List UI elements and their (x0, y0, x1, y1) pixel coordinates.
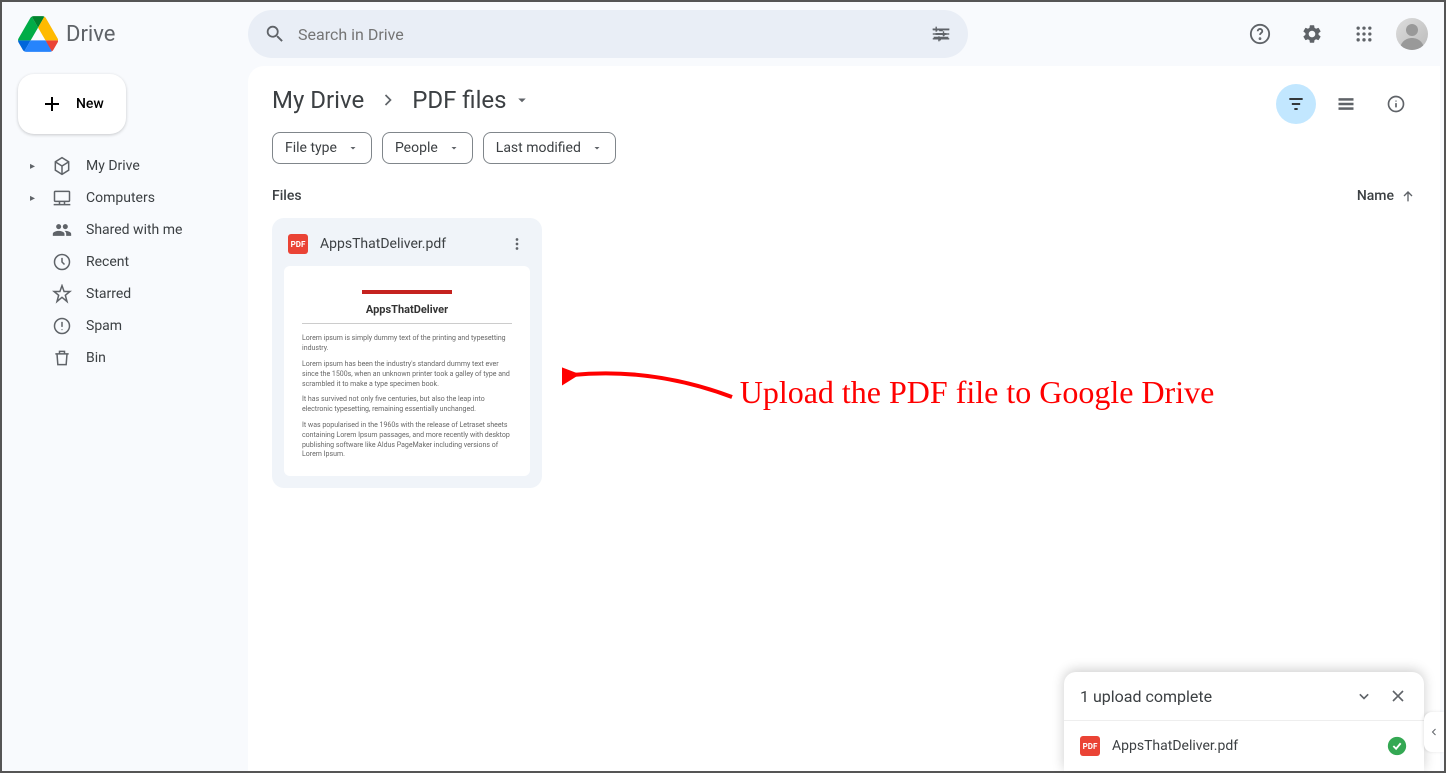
pdf-icon: PDF (1080, 736, 1100, 756)
chevron-right-icon (378, 90, 398, 110)
file-thumbnail: AppsThatDeliver Lorem ipsum is simply du… (284, 266, 530, 476)
caret-down-icon (591, 142, 603, 154)
account-avatar[interactable] (1396, 18, 1428, 50)
check-circle-icon (1386, 735, 1408, 757)
sidebar-item-bin[interactable]: Bin (18, 342, 232, 374)
preview-title: AppsThatDeliver (302, 302, 512, 324)
sidebar-item-label: Spam (86, 318, 122, 334)
chip-file-type[interactable]: File type (272, 132, 372, 164)
list-view-button[interactable] (1326, 84, 1366, 124)
file-card-header: PDF AppsThatDeliver.pdf (284, 230, 530, 266)
gear-icon (1301, 23, 1323, 45)
sidebar-item-starred[interactable]: Starred (18, 278, 232, 310)
files-section-label: Files (272, 188, 302, 204)
sidebar-item-label: Computers (86, 190, 155, 206)
chip-label: File type (285, 140, 337, 156)
new-button[interactable]: New (18, 74, 126, 134)
recent-icon (52, 252, 72, 272)
new-button-label: New (76, 96, 104, 112)
breadcrumb-current-label: PDF files (412, 86, 506, 114)
section-header: Files Name (272, 188, 1416, 204)
caret-down-icon (448, 142, 460, 154)
upload-toast: 1 upload complete PDF AppsThatDeliver.pd… (1064, 672, 1424, 771)
toast-title: 1 upload complete (1080, 687, 1212, 706)
sort-label: Name (1357, 188, 1394, 204)
support-button[interactable] (1240, 14, 1280, 54)
sidebar-item-label: Recent (86, 254, 129, 270)
view-toolbar (1276, 84, 1416, 124)
filter-icon (1286, 94, 1306, 114)
more-options-icon[interactable] (508, 235, 526, 253)
toast-item-name: AppsThatDeliver.pdf (1112, 738, 1238, 754)
file-grid: PDF AppsThatDeliver.pdf AppsThatDeliver … (272, 218, 1416, 488)
expand-icon[interactable]: ▸ (30, 161, 38, 172)
search-icon (264, 23, 286, 45)
star-icon (52, 284, 72, 304)
plus-icon (40, 92, 64, 116)
drive-logo-icon (18, 14, 58, 54)
breadcrumb: My Drive PDF files (272, 86, 1416, 114)
chip-label: Last modified (496, 140, 581, 156)
sidebar-item-label: Bin (86, 350, 106, 366)
file-name: AppsThatDeliver.pdf (320, 236, 496, 252)
pdf-icon: PDF (288, 234, 308, 254)
avatar-icon (1396, 18, 1428, 50)
chevron-left-icon (1428, 726, 1440, 738)
my-drive-icon (52, 156, 72, 176)
expand-icon[interactable]: ▸ (30, 193, 38, 204)
file-card[interactable]: PDF AppsThatDeliver.pdf AppsThatDeliver … (272, 218, 542, 488)
sidebar-item-shared[interactable]: Shared with me (18, 214, 232, 246)
breadcrumb-current[interactable]: PDF files (412, 86, 530, 114)
sidebar-item-spam[interactable]: Spam (18, 310, 232, 342)
shared-icon (52, 220, 72, 240)
info-icon (1386, 94, 1406, 114)
arrow-up-icon (1400, 188, 1416, 204)
breadcrumb-root[interactable]: My Drive (272, 86, 364, 114)
app-title: Drive (66, 22, 115, 47)
toast-header: 1 upload complete (1064, 672, 1424, 720)
header: Drive (2, 2, 1444, 66)
close-icon[interactable] (1388, 686, 1408, 706)
filter-chips: File type People Last modified (272, 132, 1416, 164)
filter-toggle-button[interactable] (1276, 84, 1316, 124)
header-actions (1240, 14, 1428, 54)
chevron-down-icon[interactable] (1354, 686, 1374, 706)
search-input[interactable] (298, 25, 918, 44)
chip-label: People (395, 140, 438, 156)
sidebar-item-label: My Drive (86, 158, 140, 174)
search-bar[interactable] (248, 10, 968, 58)
help-icon (1249, 23, 1271, 45)
side-panel-toggle[interactable] (1424, 712, 1444, 752)
toast-item[interactable]: PDF AppsThatDeliver.pdf (1064, 720, 1424, 771)
sidebar-item-my-drive[interactable]: ▸ My Drive (18, 150, 232, 182)
list-view-icon (1336, 94, 1356, 114)
caret-down-icon (347, 142, 359, 154)
sidebar-item-label: Shared with me (86, 222, 182, 238)
computers-icon (52, 188, 72, 208)
sidebar-item-label: Starred (86, 286, 131, 302)
apps-grid-icon (1354, 24, 1374, 44)
chip-people[interactable]: People (382, 132, 473, 164)
apps-button[interactable] (1344, 14, 1384, 54)
spam-icon (52, 316, 72, 336)
logo-area[interactable]: Drive (18, 14, 248, 54)
caret-down-icon (513, 91, 531, 109)
search-options-icon[interactable] (930, 23, 952, 45)
chip-last-modified[interactable]: Last modified (483, 132, 616, 164)
info-button[interactable] (1376, 84, 1416, 124)
sidebar-item-recent[interactable]: Recent (18, 246, 232, 278)
settings-button[interactable] (1292, 14, 1332, 54)
sort-button[interactable]: Name (1357, 188, 1416, 204)
bin-icon (52, 348, 72, 368)
sidebar-item-computers[interactable]: ▸ Computers (18, 182, 232, 214)
main-content: My Drive PDF files File type (248, 66, 1440, 771)
sidebar: New ▸ My Drive ▸ Computers Shared with m… (2, 66, 248, 771)
